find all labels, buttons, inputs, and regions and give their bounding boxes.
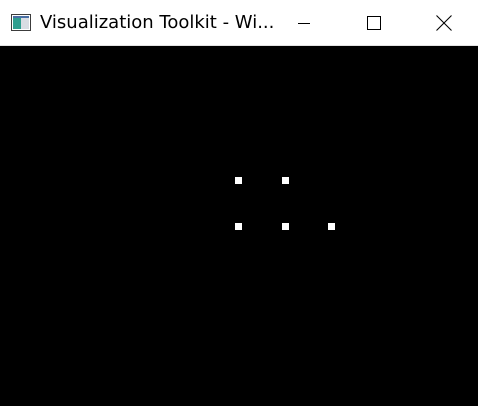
vtk-window: Visualization Toolkit - Wi... [0,0,478,406]
vertex-point [282,223,289,230]
vertex-point [282,177,289,184]
maximize-button[interactable] [351,0,397,46]
vertex-point [328,223,335,230]
maximize-icon [367,16,381,30]
minimize-icon [298,23,310,24]
render-viewport[interactable] [0,46,478,406]
vtk-app-icon [11,14,31,31]
vertex-point [235,223,242,230]
close-button[interactable] [421,0,467,46]
vertex-point [235,177,242,184]
window-title: Visualization Toolkit - Wi... [40,12,275,33]
minimize-button[interactable] [281,0,327,46]
close-icon [436,15,452,31]
title-bar[interactable]: Visualization Toolkit - Wi... [0,0,478,46]
